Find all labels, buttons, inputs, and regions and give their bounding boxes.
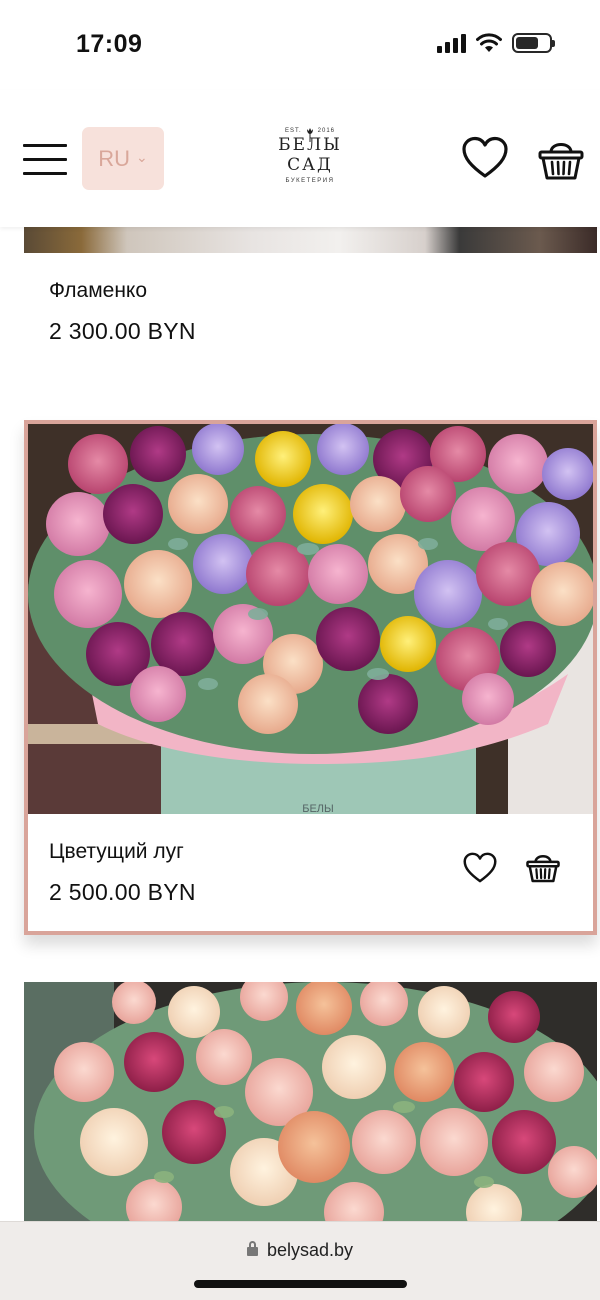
address-field[interactable]: belysad.by bbox=[0, 1240, 600, 1261]
product-image-tsvetushchiy-lug[interactable]: БЕЛЫ bbox=[28, 424, 593, 814]
status-time: 17:09 bbox=[76, 30, 143, 58]
lock-icon bbox=[246, 1241, 258, 1256]
product-card-tsvetushchiy-lug[interactable]: БЕЛЫ Цветущий луг 2 500.00 BYN bbox=[24, 420, 597, 935]
tulip-icon bbox=[307, 128, 313, 142]
wifi-icon bbox=[476, 33, 502, 52]
battery-icon bbox=[512, 33, 555, 53]
menu-icon[interactable] bbox=[23, 144, 67, 176]
product-price: 2 300.00 BYN bbox=[49, 318, 196, 344]
product-card-flamenco[interactable]: Фламенко 2 300.00 BYN bbox=[24, 253, 597, 373]
basket-icon[interactable] bbox=[526, 850, 560, 884]
language-selector[interactable]: RU ⌄ bbox=[82, 127, 164, 190]
product-image-third[interactable] bbox=[24, 982, 597, 1222]
status-icons bbox=[437, 33, 555, 53]
signal-icon bbox=[437, 33, 466, 53]
site-header: RU ⌄ EST. 2016 БЕЛЫ САД БУКЕТЕРИЯ bbox=[0, 90, 600, 227]
page: 17:09 RU ⌄ EST. 2016 БЕЛЫ САД БУКЕТЕРИЯ … bbox=[0, 0, 600, 1300]
logo[interactable]: EST. 2016 БЕЛЫ САД БУКЕТЕРИЯ bbox=[258, 128, 362, 188]
svg-text:БЕЛЫ: БЕЛЫ bbox=[302, 803, 334, 814]
status-bar: 17:09 bbox=[0, 0, 600, 90]
heart-icon[interactable] bbox=[462, 852, 498, 884]
chevron-down-icon: ⌄ bbox=[136, 149, 148, 165]
product-price: 2 500.00 BYN bbox=[49, 879, 196, 905]
heart-icon[interactable] bbox=[461, 136, 509, 180]
product-name[interactable]: Цветущий луг bbox=[49, 840, 184, 864]
browser-address-bar: belysad.by bbox=[0, 1221, 600, 1300]
home-indicator[interactable] bbox=[194, 1280, 407, 1288]
url-text: belysad.by bbox=[266, 1240, 354, 1260]
product-name[interactable]: Фламенко bbox=[49, 279, 147, 303]
basket-icon[interactable] bbox=[538, 136, 584, 182]
logo-subtitle: БУКЕТЕРИЯ bbox=[285, 178, 335, 184]
product-info: Цветущий луг 2 500.00 BYN bbox=[28, 814, 593, 931]
language-label: RU bbox=[98, 145, 131, 171]
